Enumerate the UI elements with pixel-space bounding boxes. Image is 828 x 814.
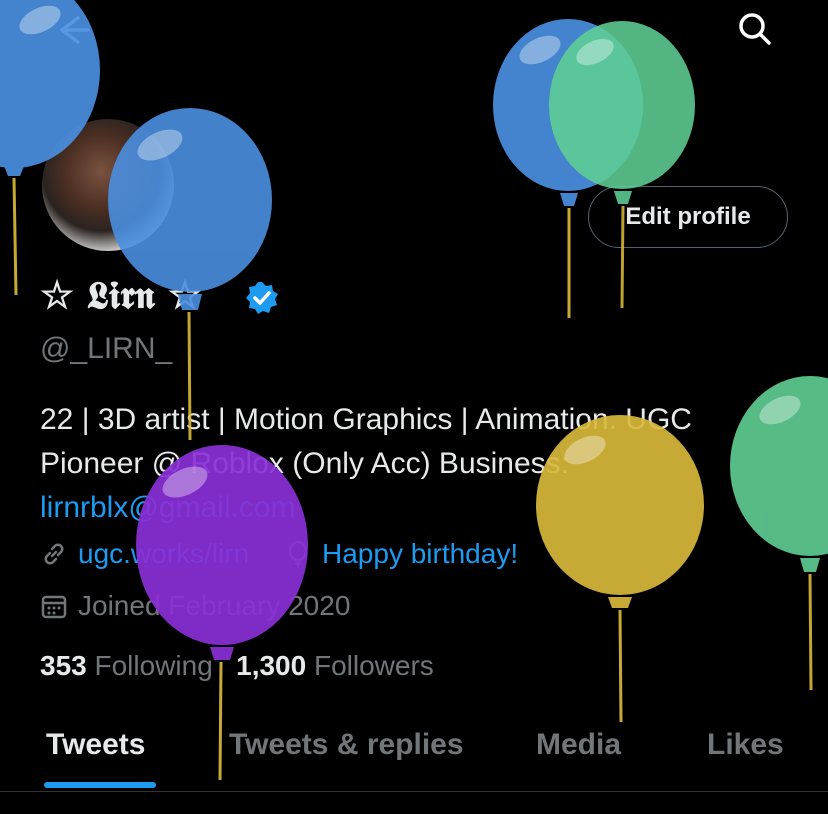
tab-tweets-replies[interactable]: Tweets & replies xyxy=(229,715,464,791)
website-link[interactable]: ugc.works/lirn xyxy=(78,538,249,570)
profile-tabs: Tweets Tweets & replies Media Likes xyxy=(0,715,828,792)
profile-bio: 22 | 3D artist | Motion Graphics | Anima… xyxy=(40,398,800,530)
bio-email-link[interactable]: lirnrblx@gmail.com xyxy=(40,486,800,530)
joined-date: Joined February 2020 xyxy=(78,590,351,621)
balloon-blue-top-right xyxy=(493,19,643,318)
followers-link[interactable]: 1,300 Followers xyxy=(236,650,434,681)
tab-likes[interactable]: Likes xyxy=(707,715,784,791)
verified-badge-icon xyxy=(246,282,278,314)
active-tab-indicator xyxy=(44,782,156,788)
bio-line-1: 22 | 3D artist | Motion Graphics | Anima… xyxy=(40,403,692,436)
calendar-icon xyxy=(41,595,67,619)
balloon-green-top-right xyxy=(549,21,695,309)
birthday-text[interactable]: Happy birthday! xyxy=(322,538,518,570)
website-row: ugc.works/lirn xyxy=(40,538,249,570)
back-button[interactable] xyxy=(50,8,94,52)
tab-media[interactable]: Media xyxy=(536,715,621,791)
following-label: Following xyxy=(94,650,213,681)
display-name: ☆ 𝕷𝖎𝖗𝖓 ☆ xyxy=(40,272,202,317)
search-button[interactable] xyxy=(732,6,776,50)
link-icon xyxy=(44,543,64,565)
tab-tweets[interactable]: Tweets xyxy=(46,715,145,791)
birthday-row: Happy birthday! xyxy=(284,538,518,570)
balloon-icon xyxy=(288,540,308,568)
joined-row: Joined February 2020 xyxy=(40,590,350,622)
followers-label: Followers xyxy=(313,650,434,681)
following-count: 353 xyxy=(40,650,87,681)
avatar[interactable] xyxy=(38,115,178,255)
edit-profile-button[interactable]: Edit profile xyxy=(588,186,788,248)
search-icon xyxy=(739,13,771,45)
arrow-left-icon xyxy=(60,16,90,44)
profile-handle: @_LIRN_ xyxy=(40,332,173,365)
follow-stats: 353 Following 1,300 Followers xyxy=(40,650,434,682)
followers-count: 1,300 xyxy=(236,650,307,681)
following-link[interactable]: 353 Following xyxy=(40,650,213,681)
bio-line-2: Pioneer @ Roblox (Only Acc) Business: xyxy=(40,447,569,480)
